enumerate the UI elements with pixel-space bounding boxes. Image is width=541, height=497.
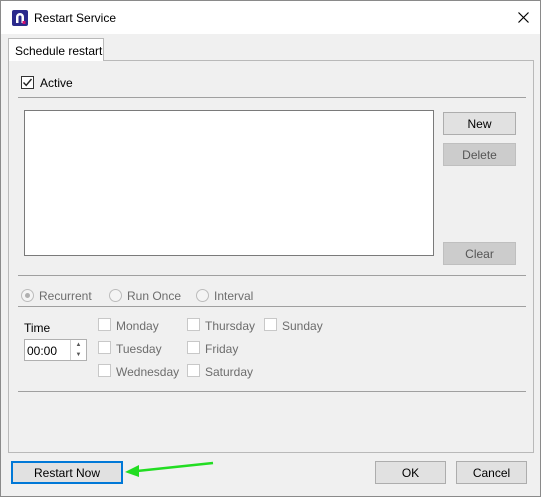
restart-now-button[interactable]: Restart Now xyxy=(11,461,123,484)
time-spinbox[interactable]: 00:00 ▲ ▼ xyxy=(24,339,87,361)
divider xyxy=(18,306,526,307)
spin-up-icon[interactable]: ▲ xyxy=(71,340,86,350)
tab-label: Schedule restart xyxy=(15,44,103,58)
spin-down-icon[interactable]: ▼ xyxy=(71,350,86,360)
monday-label: Monday xyxy=(116,319,159,333)
clear-button-label: Clear xyxy=(465,246,494,261)
saturday-checkbox[interactable] xyxy=(187,364,200,377)
thursday-checkbox[interactable] xyxy=(187,318,200,331)
time-value: 00:00 xyxy=(27,344,58,358)
tuesday-checkbox[interactable] xyxy=(98,341,111,354)
delete-button-label: Delete xyxy=(462,147,497,162)
time-label: Time xyxy=(24,321,51,335)
recurrent-label: Recurrent xyxy=(39,289,92,303)
title-bar: Restart Service xyxy=(1,1,540,34)
thursday-label: Thursday xyxy=(205,319,256,333)
sunday-checkbox[interactable] xyxy=(264,318,277,331)
restart-now-label: Restart Now xyxy=(33,465,101,480)
check-icon xyxy=(22,78,33,87)
divider xyxy=(18,391,526,392)
new-button-label: New xyxy=(467,116,492,131)
recurrent-radio[interactable] xyxy=(21,289,34,302)
wednesday-label: Wednesday xyxy=(116,365,180,379)
tab-schedule-restart[interactable]: Schedule restart xyxy=(8,38,104,61)
close-icon xyxy=(517,12,529,23)
run-once-radio[interactable] xyxy=(109,289,122,302)
annotation-arrow-icon xyxy=(125,461,214,477)
ok-button[interactable]: OK xyxy=(375,461,446,484)
app-logo-icon xyxy=(12,10,28,26)
divider xyxy=(18,275,526,276)
divider xyxy=(18,97,526,98)
saturday-label: Saturday xyxy=(205,365,254,379)
friday-checkbox[interactable] xyxy=(187,341,200,354)
restart-service-dialog: Restart Service Schedule restart Active … xyxy=(0,0,541,497)
window-title: Restart Service xyxy=(34,11,117,25)
schedule-panel: Active New Delete Clear Recurrent Run On… xyxy=(8,60,534,453)
cancel-button-label: Cancel xyxy=(472,465,511,480)
tuesday-label: Tuesday xyxy=(116,342,162,356)
friday-label: Friday xyxy=(205,342,239,356)
close-button[interactable] xyxy=(508,5,538,30)
monday-checkbox[interactable] xyxy=(98,318,111,331)
wednesday-checkbox[interactable] xyxy=(98,364,111,377)
new-button[interactable]: New xyxy=(443,112,516,135)
delete-button[interactable]: Delete xyxy=(443,143,516,166)
interval-radio[interactable] xyxy=(196,289,209,302)
schedule-list[interactable] xyxy=(24,110,434,256)
active-label: Active xyxy=(40,76,73,90)
run-once-label: Run Once xyxy=(127,289,182,303)
clear-button[interactable]: Clear xyxy=(443,242,516,265)
sunday-label: Sunday xyxy=(282,319,323,333)
interval-label: Interval xyxy=(214,289,254,303)
ok-button-label: OK xyxy=(401,465,420,480)
cancel-button[interactable]: Cancel xyxy=(456,461,527,484)
active-checkbox[interactable] xyxy=(21,76,34,89)
